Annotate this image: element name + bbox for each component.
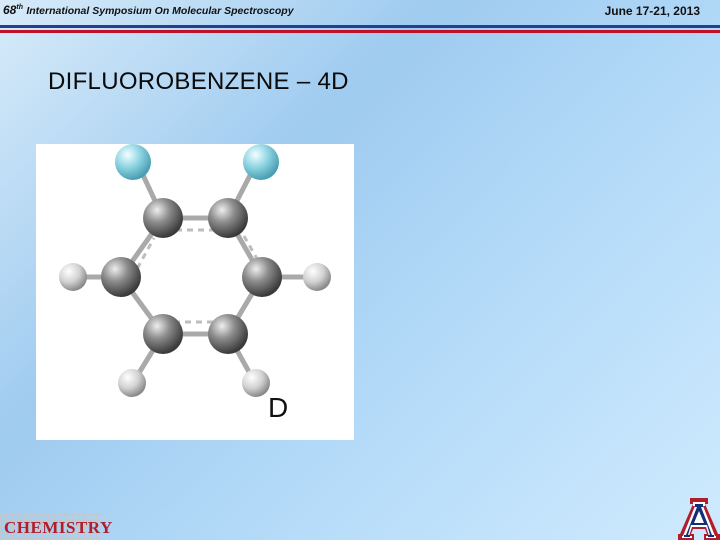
hydrogen-atom	[118, 369, 146, 397]
carbon-atom	[143, 198, 183, 238]
molecule-model	[59, 144, 331, 397]
carbon-atom	[143, 314, 183, 354]
conference-title: 68th International Symposium On Molecula…	[3, 3, 294, 17]
conference-number: 68	[3, 3, 17, 17]
fluorine-atom	[115, 144, 151, 180]
carbon-atom	[208, 198, 248, 238]
conference-date: June 17-21, 2013	[604, 4, 700, 18]
chemistry-logo: CHEMISTRY	[0, 514, 112, 540]
conference-name: International Symposium On Molecular Spe…	[26, 5, 294, 17]
fluorine-atom	[243, 144, 279, 180]
header-rule-blue	[0, 25, 720, 28]
chemistry-logo-text: CHEMISTRY	[4, 518, 113, 537]
slide: 68th International Symposium On Molecula…	[0, 0, 720, 540]
slide-title: DIFLUOROBENZENE – 4D	[48, 68, 349, 95]
hydrogen-atom	[303, 263, 331, 291]
carbon-atom	[101, 257, 141, 297]
hydrogen-atom	[59, 263, 87, 291]
conference-number-suffix: th	[16, 4, 23, 11]
carbon-atom	[208, 314, 248, 354]
header-rule-red	[0, 30, 720, 33]
university-a-logo	[678, 498, 720, 540]
molecule-image	[36, 144, 354, 440]
deuterium-atom	[242, 369, 270, 397]
deuterium-label: D	[268, 392, 289, 423]
carbon-atom	[242, 257, 282, 297]
